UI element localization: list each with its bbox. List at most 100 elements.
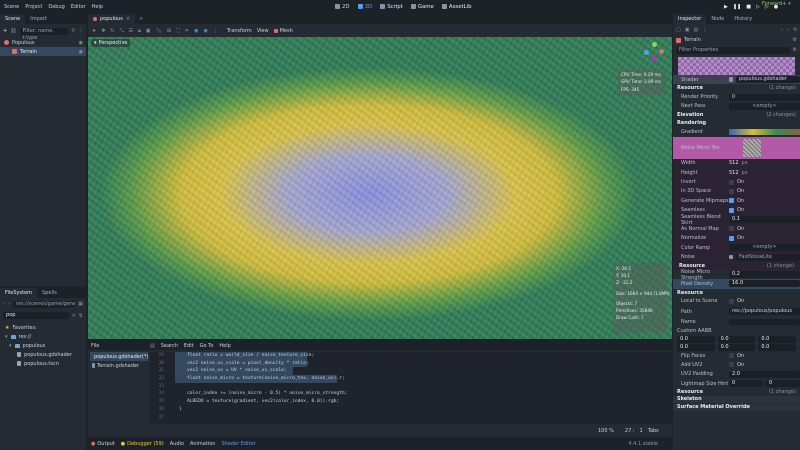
workspace-assetlib[interactable]: AssetLib bbox=[441, 4, 472, 10]
add-uv2-checkbox[interactable] bbox=[729, 362, 734, 368]
blend-skirt-input[interactable]: 0.1 bbox=[729, 216, 800, 224]
aabb-x[interactable]: 0.0 bbox=[677, 335, 715, 343]
aabb-d[interactable]: 0.0 bbox=[758, 343, 796, 351]
lightmap-y-input[interactable]: 0 bbox=[766, 380, 800, 388]
tree-node-terrain[interactable]: Terrain ◉ bbox=[0, 47, 86, 56]
filesystem-search-input[interactable]: pop bbox=[3, 312, 69, 319]
fs-item-populous-folder[interactable]: ▾ populous bbox=[0, 341, 86, 350]
shader-file-item[interactable]: Terrain.gdshader bbox=[90, 361, 148, 370]
as-normal-checkbox[interactable] bbox=[729, 226, 734, 232]
color-ramp-picker[interactable]: <empty> bbox=[729, 244, 800, 252]
sort-icon[interactable]: ⇅ bbox=[79, 313, 83, 319]
tab-debugger[interactable]: ● Debugger (59) bbox=[121, 441, 164, 447]
extra-icon[interactable]: ⋮ bbox=[702, 27, 707, 33]
workspace-2d[interactable]: 2D bbox=[335, 4, 350, 10]
tab-inspector[interactable]: Inspector bbox=[673, 14, 707, 24]
property-filter-input[interactable]: Filter Properties bbox=[676, 46, 790, 54]
path-input[interactable]: res://populous/populous bbox=[729, 308, 800, 316]
aabb-y[interactable]: 0.0 bbox=[717, 335, 756, 343]
flip-faces-checkbox[interactable] bbox=[729, 353, 734, 358]
section-rendering[interactable]: Rendering bbox=[673, 119, 800, 127]
menu-transform[interactable]: Transform bbox=[227, 28, 252, 34]
next-pass-picker[interactable]: <empty> bbox=[729, 102, 800, 110]
visibility-icon[interactable]: ◉ bbox=[79, 40, 83, 46]
new-resource-icon[interactable]: ▢ bbox=[676, 27, 681, 33]
neg-axis-icon[interactable] bbox=[652, 56, 657, 61]
tab-shader-editor[interactable]: Shader Editor bbox=[221, 441, 255, 447]
clear-icon[interactable]: × bbox=[72, 313, 76, 319]
section-elevation[interactable]: Elevation (2 changes) bbox=[673, 111, 800, 119]
shader-resource-picker[interactable]: populous.gdshader bbox=[736, 76, 800, 84]
link-icon[interactable]: ⛓ bbox=[10, 28, 16, 34]
preview-icon[interactable]: ◉ bbox=[203, 28, 207, 34]
seamless-checkbox[interactable] bbox=[729, 207, 734, 213]
menu-goto[interactable]: Go To bbox=[200, 343, 214, 349]
lightmap-x-input[interactable]: 0 bbox=[729, 380, 763, 388]
menu-project[interactable]: Project bbox=[25, 4, 42, 10]
gradient-preview[interactable] bbox=[729, 128, 800, 135]
menu-help[interactable]: Help bbox=[92, 4, 103, 10]
fs-item-favorites[interactable]: ★ Favorites: bbox=[0, 323, 86, 332]
terrain-viewport[interactable]: ▾ Perspective CPU Time: 0.29 ms GPU Time:… bbox=[88, 37, 672, 339]
height-value[interactable]: 512 bbox=[729, 170, 739, 176]
aabb-z[interactable]: 0.0 bbox=[758, 335, 796, 343]
sun-icon[interactable]: ☀ bbox=[185, 28, 189, 34]
tab-spells[interactable]: Spells bbox=[37, 288, 62, 298]
aabb-h[interactable]: 0.0 bbox=[717, 343, 756, 351]
width-value[interactable]: 512 bbox=[729, 160, 739, 166]
group-icon[interactable]: ▣ bbox=[146, 28, 151, 34]
menu-help-shader[interactable]: Help bbox=[219, 343, 230, 349]
add-tab-icon[interactable]: + bbox=[135, 16, 143, 22]
ruler-icon[interactable]: 📏︎ bbox=[156, 28, 162, 34]
play-icon[interactable]: ▶ bbox=[724, 4, 728, 10]
scene-tab-populous[interactable]: populous × bbox=[88, 14, 136, 24]
menu-dots-icon[interactable]: ⋮ bbox=[78, 28, 83, 34]
open-icon[interactable]: ▣ bbox=[685, 27, 690, 33]
section-surface-override[interactable]: Surface Material Override bbox=[673, 404, 800, 412]
back-icon[interactable]: ‹ bbox=[781, 27, 783, 33]
tab-output[interactable]: ● Output bbox=[91, 441, 115, 447]
zoom-level[interactable]: 100 % bbox=[598, 428, 614, 434]
shader-file-item[interactable]: populous.gdshader(*) bbox=[90, 352, 148, 361]
camera-icon[interactable]: ⛶ bbox=[176, 28, 180, 34]
section-resource-4[interactable]: Resource (1 change) bbox=[673, 388, 800, 396]
axis-gizmo[interactable] bbox=[644, 42, 664, 62]
filter-icon[interactable]: ⚲ bbox=[71, 28, 75, 34]
history-icon[interactable]: ⟲ bbox=[793, 27, 797, 33]
menu-file[interactable]: File bbox=[91, 343, 144, 349]
invert-checkbox[interactable] bbox=[729, 179, 734, 185]
code-editor[interactable]: 29 30 31 32 33 34 35 36 37 float ratio =… bbox=[150, 352, 672, 424]
menu-view[interactable]: View bbox=[257, 28, 269, 34]
forward-icon[interactable]: › bbox=[787, 27, 789, 33]
tree-node-populous[interactable]: Populous ◉ bbox=[0, 38, 86, 47]
environment-icon[interactable]: ◉ bbox=[194, 28, 198, 34]
list-select-icon[interactable]: ☰ bbox=[129, 28, 133, 34]
render-priority-input[interactable]: 0 bbox=[729, 93, 800, 101]
add-node-icon[interactable]: + bbox=[3, 28, 7, 34]
noise-texture-preview[interactable] bbox=[743, 138, 761, 157]
menu-edit[interactable]: Edit bbox=[184, 343, 194, 349]
mipmaps-checkbox[interactable] bbox=[729, 198, 734, 204]
workspace-game[interactable]: Game bbox=[410, 4, 434, 10]
renderer-select[interactable]: Forward+ ▾ bbox=[762, 1, 791, 7]
tab-scene[interactable]: Scene bbox=[0, 14, 26, 24]
tab-node[interactable]: Node bbox=[706, 14, 729, 24]
scale-tool-icon[interactable]: ⤡ bbox=[120, 28, 124, 34]
menu-debug[interactable]: Debug bbox=[48, 4, 64, 10]
tab-animation[interactable]: Animation bbox=[190, 441, 216, 447]
pause-icon[interactable]: ❚❚ bbox=[733, 4, 741, 10]
x-axis-icon[interactable] bbox=[659, 49, 664, 54]
filesystem-path-input[interactable]: res://scenes/game/gener bbox=[13, 300, 76, 308]
y-axis-icon[interactable] bbox=[652, 42, 657, 47]
menu-editor[interactable]: Editor bbox=[71, 4, 86, 10]
lock-icon[interactable]: 🔒︎ bbox=[138, 28, 141, 34]
more-icon[interactable]: ⋮ bbox=[213, 28, 218, 34]
section-resource-3[interactable]: Resource bbox=[673, 289, 800, 297]
pixel-density-input[interactable]: 16.0 bbox=[729, 280, 800, 288]
local-scene-checkbox[interactable] bbox=[729, 298, 734, 304]
close-icon[interactable]: × bbox=[126, 14, 130, 24]
object-menu-icon[interactable]: ⚙ bbox=[793, 37, 797, 43]
back-icon[interactable]: ‹ bbox=[3, 301, 5, 307]
move-tool-icon[interactable]: ✥ bbox=[101, 28, 105, 34]
name-input[interactable] bbox=[729, 318, 800, 325]
